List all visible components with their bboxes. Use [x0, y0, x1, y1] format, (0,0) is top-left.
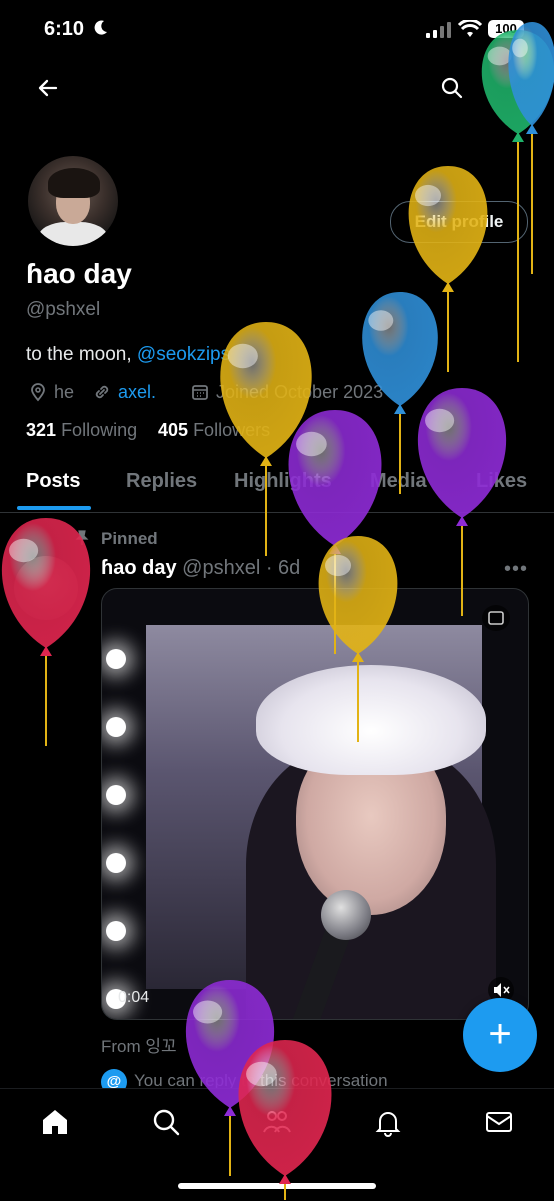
battery-indicator: 100	[488, 20, 524, 38]
home-indicator	[178, 1183, 376, 1189]
notifications-icon[interactable]	[373, 1107, 403, 1137]
balloon	[1, 518, 91, 746]
tab-posts[interactable]: Posts	[26, 470, 80, 493]
home-icon[interactable]	[40, 1107, 70, 1137]
profile-avatar[interactable]	[26, 154, 120, 248]
explore-icon[interactable]	[151, 1107, 181, 1137]
tweet-author-avatar[interactable]	[14, 556, 78, 620]
tab-replies[interactable]: Replies	[126, 470, 197, 493]
profile-link[interactable]: axel.	[92, 380, 156, 404]
profile-handle: @pshxel	[26, 299, 101, 320]
location-text: he	[54, 381, 75, 402]
profile-location: he	[28, 380, 74, 404]
tweet-author-handle: @pshxel	[182, 557, 261, 579]
profile-bio: to the moon, @seokzips	[26, 344, 230, 366]
tab-likes[interactable]: Likes	[476, 470, 527, 493]
messages-icon[interactable]	[484, 1107, 514, 1137]
search-icon[interactable]	[440, 76, 464, 100]
profile-joined: Joined October 2023	[190, 380, 383, 404]
active-tab-indicator	[17, 506, 91, 510]
status-time: 6:10	[44, 18, 85, 40]
wifi-icon	[458, 20, 482, 37]
tweet-video[interactable]: 0:04	[101, 588, 529, 1020]
following-count: 321	[26, 420, 57, 440]
back-arrow-icon[interactable]	[36, 76, 60, 100]
followers-count: 405	[158, 420, 189, 440]
communities-icon[interactable]	[262, 1107, 292, 1137]
tweet-author-name[interactable]: ɦao day	[101, 557, 177, 579]
moon-icon	[94, 20, 107, 35]
more-icon[interactable]: •••	[504, 558, 528, 581]
picture-in-picture-icon[interactable]	[482, 605, 510, 631]
followers-label: Followers	[193, 420, 271, 440]
following-count-link[interactable]: 321 Following	[26, 420, 137, 441]
link-text[interactable]: axel.	[118, 382, 156, 403]
bio-mention-link[interactable]: @seokzips	[137, 344, 230, 365]
followers-count-link[interactable]: 405 Followers	[158, 420, 270, 441]
link-icon	[95, 385, 109, 399]
tweet-header: ɦao day @pshxel · 6d	[101, 557, 300, 580]
following-label: Following	[61, 420, 138, 440]
compose-button[interactable]: +	[463, 998, 537, 1072]
status-bar: 6:10 100	[0, 0, 554, 64]
video-time: 0:04	[118, 989, 150, 1006]
tab-media[interactable]: Media	[370, 470, 427, 493]
stage-lights	[102, 649, 132, 1009]
pinned-label: Pinned	[101, 529, 158, 548]
location-icon	[31, 383, 45, 402]
joined-text: Joined October 2023	[216, 381, 384, 402]
bio-text: to the moon,	[26, 344, 137, 365]
pin-icon	[75, 530, 89, 545]
display-name: ɦao day	[26, 258, 132, 289]
video-source[interactable]: From 잉꼬	[101, 1032, 177, 1057]
tweet-age: · 6d	[265, 557, 301, 579]
video-frame	[146, 625, 496, 1019]
calendar-icon	[192, 385, 208, 400]
tab-highlights[interactable]: Highlights	[234, 470, 332, 493]
edit-profile-button[interactable]: Edit profile	[390, 201, 528, 243]
balloon	[408, 166, 488, 372]
signal-icon	[426, 22, 451, 38]
balloon	[481, 30, 554, 362]
